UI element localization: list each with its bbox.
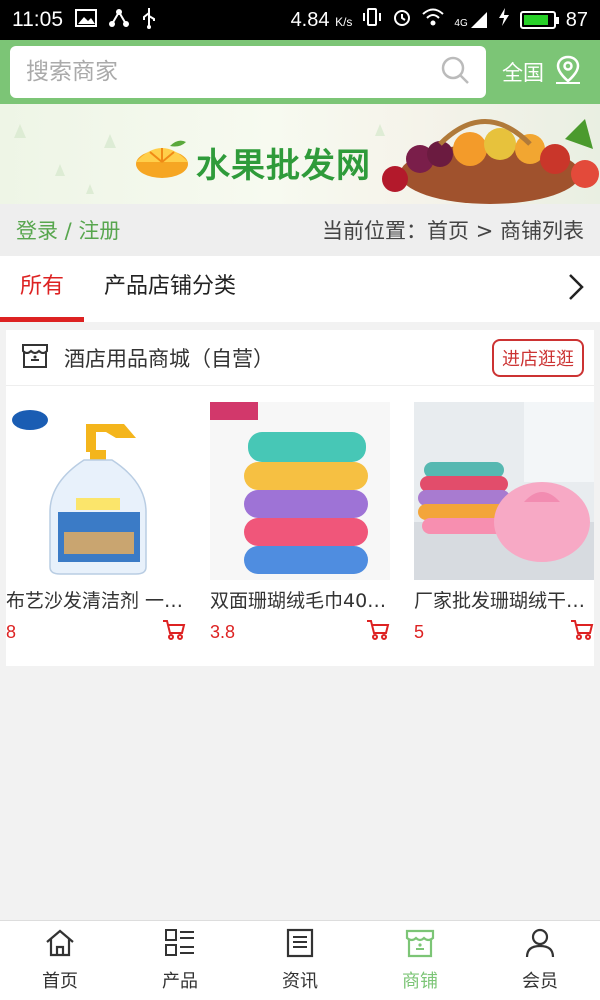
status-time: 11:05: [12, 8, 63, 31]
tab-shop-category[interactable]: 产品店铺分类: [84, 256, 256, 322]
product-list: 布艺沙发清洁剂 一… 8 双面珊瑚绒毛巾40… 3.8 厂家批发珊瑚绒干… 5: [6, 386, 594, 645]
bottom-nav: 首页 产品 资讯 商铺 会员: [0, 920, 600, 1000]
search-header: 全国: [0, 40, 600, 104]
grid-list-icon: [164, 928, 196, 963]
vibrate-icon: [362, 7, 382, 33]
product-price: 8: [6, 621, 17, 642]
shop-card: 酒店用品商城（自营） 进店逛逛 布艺沙发清洁剂 一… 8 双面珊瑚绒毛巾40… …: [6, 330, 594, 666]
nav-stores[interactable]: 商铺: [360, 921, 480, 1000]
product-price: 3.8: [210, 621, 236, 642]
signal-icon: 4G: [454, 11, 487, 29]
home-icon: [44, 928, 76, 963]
share-icon: [109, 8, 129, 33]
user-icon: [524, 928, 556, 963]
product-name[interactable]: 布艺沙发清洁剂 一…: [6, 586, 186, 613]
site-banner[interactable]: 水果批发网: [0, 104, 600, 204]
nav-home[interactable]: 首页: [0, 921, 120, 1000]
product-item[interactable]: 双面珊瑚绒毛巾40… 3.8: [210, 402, 390, 645]
shop-header: 酒店用品商城（自营） 进店逛逛: [6, 330, 594, 386]
product-image-cleaner[interactable]: [6, 402, 186, 580]
product-item[interactable]: 厂家批发珊瑚绒干… 5: [414, 402, 594, 645]
alarm-icon: [392, 7, 412, 33]
enter-shop-button[interactable]: 进店逛逛: [492, 338, 584, 377]
search-input[interactable]: [26, 59, 440, 85]
battery-icon: [519, 11, 559, 29]
shop-name[interactable]: 酒店用品商城（自营）: [64, 343, 274, 373]
nav-label: 会员: [522, 971, 558, 992]
search-icon[interactable]: [440, 55, 470, 89]
region-selector[interactable]: 全国: [502, 55, 582, 90]
gallery-icon: [75, 8, 97, 32]
network-speed: 4.84 K/s: [290, 8, 353, 31]
fruit-basket-image: [382, 119, 599, 204]
location-pin-icon: [554, 55, 582, 90]
nav-label: 首页: [42, 971, 78, 992]
nav-news[interactable]: 资讯: [240, 921, 360, 1000]
search-box[interactable]: [10, 46, 486, 98]
nav-label: 产品: [162, 971, 198, 992]
banner-title: 水果批发网: [196, 146, 371, 186]
store-icon: [404, 928, 436, 963]
category-tabs: 所有 产品店铺分类: [0, 256, 600, 322]
chevron-right-icon[interactable]: [566, 272, 586, 306]
battery-percent: 87: [565, 8, 588, 31]
citrus-logo-icon: [136, 140, 188, 178]
breadcrumb: 当前位置：首页 > 商铺列表: [322, 219, 584, 243]
add-to-cart-icon[interactable]: [366, 619, 390, 645]
product-image-towels[interactable]: [210, 402, 390, 580]
breadcrumb-bar: 登录 / 注册 当前位置：首页 > 商铺列表: [0, 204, 600, 256]
product-image-hair-cap[interactable]: [414, 402, 594, 580]
product-item[interactable]: 布艺沙发清洁剂 一… 8: [6, 402, 186, 645]
charging-icon: [498, 7, 510, 33]
add-to-cart-icon[interactable]: [162, 619, 186, 645]
tab-all[interactable]: 所有: [0, 256, 85, 322]
nav-label: 资讯: [282, 971, 318, 992]
wifi-icon: [422, 8, 445, 32]
status-bar: 11:05 4.84 K/s 4G 87: [0, 0, 600, 40]
product-name[interactable]: 双面珊瑚绒毛巾40…: [210, 586, 390, 613]
nav-member[interactable]: 会员: [480, 921, 600, 1000]
store-icon: [20, 341, 50, 375]
product-price: 5: [414, 621, 425, 642]
nav-label: 商铺: [402, 971, 438, 992]
region-label: 全国: [502, 61, 544, 85]
usb-icon: [141, 7, 157, 34]
news-icon: [284, 928, 316, 963]
login-register-link[interactable]: 登录 / 注册: [16, 215, 120, 245]
add-to-cart-icon[interactable]: [570, 619, 594, 645]
nav-products[interactable]: 产品: [120, 921, 240, 1000]
product-name[interactable]: 厂家批发珊瑚绒干…: [414, 586, 594, 613]
